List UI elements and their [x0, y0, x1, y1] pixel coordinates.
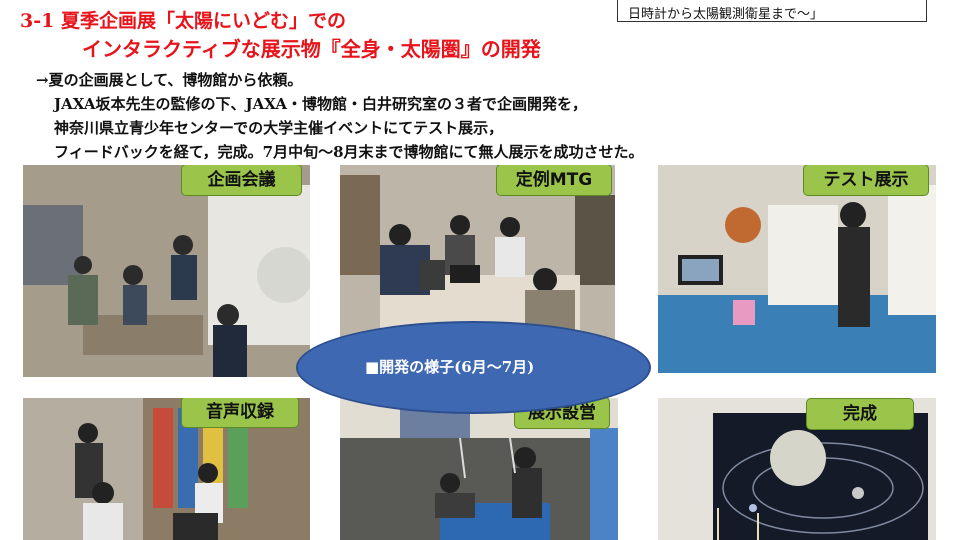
photo-completed: 完成 [658, 398, 936, 540]
subtitle-box: 日時計から太陽観測衛星まで～」 [617, 0, 927, 22]
label-voice-recording: 音声収録 [181, 398, 299, 428]
body-line-3: 神奈川県立青少年センターでの大学主催イベントにてテスト展示， [54, 119, 504, 137]
photo-test-exhibition: テスト展示 [658, 165, 936, 373]
label-regular-mtg: 定例MTG [496, 165, 612, 196]
body-line-2: JAXA坂本先生の監修の下、JAXA・博物館・白井研究室の３者で企画開発を， [54, 95, 587, 113]
development-ellipse-label: ■開発の様子(6月～7月) [365, 358, 535, 376]
body-line-4: フィードバックを経て，完成。7月中旬～8月末まで博物館にて無人展示を成功させた。 [54, 143, 644, 161]
photo-regular-mtg: 定例MTG [340, 165, 615, 340]
photo-voice-recording: 音声収録 [23, 398, 310, 540]
label-planning-meeting: 企画会議 [181, 165, 302, 196]
slide-title-line2: インタラクティブな展示物『全身・太陽圏』の開発 [82, 37, 541, 61]
photo-planning-meeting: 企画会議 [23, 165, 310, 377]
photo-exhibit-setup: 展示設営 [340, 398, 618, 540]
body-line-1: →夏の企画展として、博物館から依頼。 [36, 71, 303, 89]
slide-title-line1: 3-1 夏季企画展「太陽にいどむ」での [20, 10, 346, 32]
label-test-exhibition: テスト展示 [803, 165, 929, 196]
label-completed: 完成 [806, 398, 914, 430]
